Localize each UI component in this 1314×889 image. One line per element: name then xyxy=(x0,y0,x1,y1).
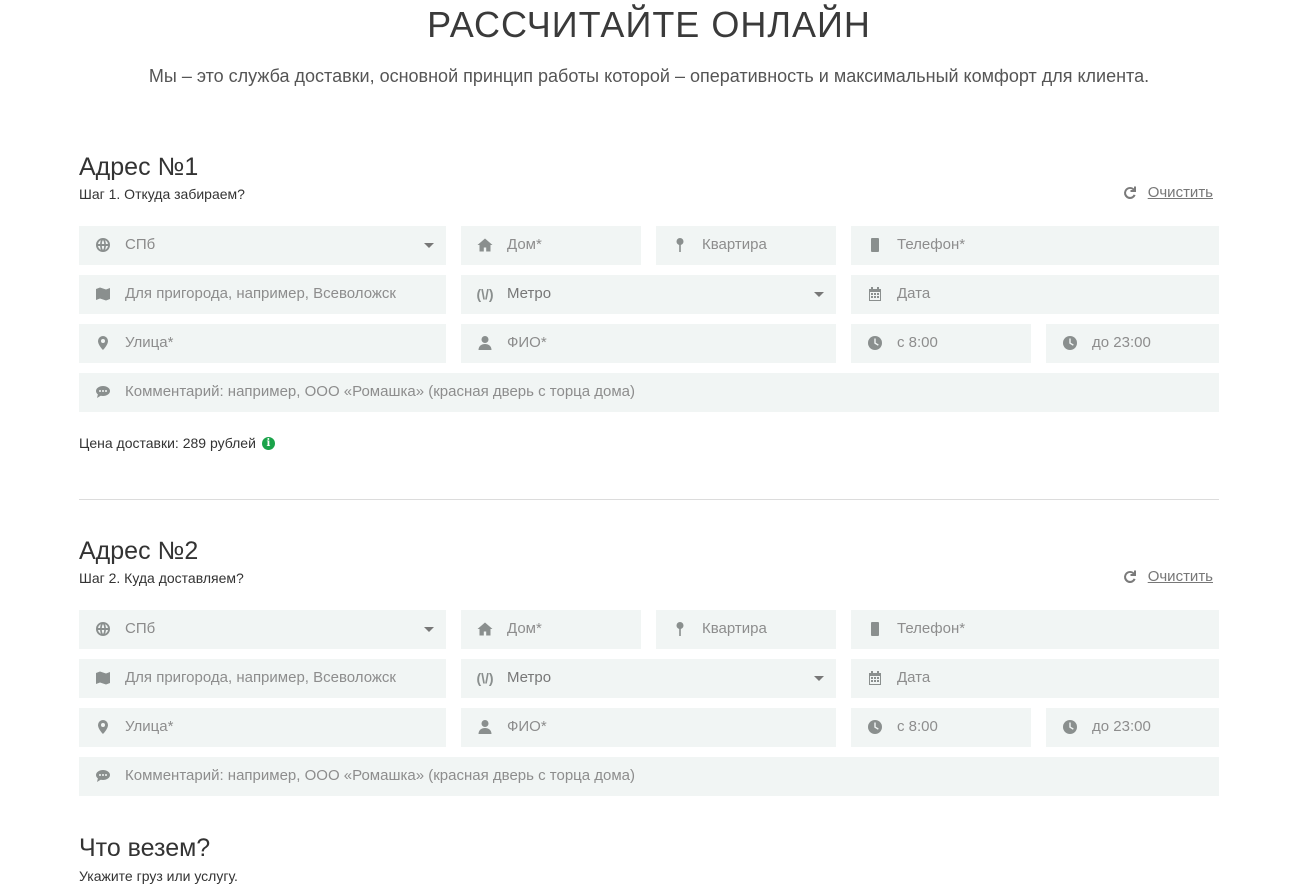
clock-icon xyxy=(1062,335,1078,351)
phone-icon xyxy=(867,237,883,253)
city-value: СПб xyxy=(125,236,156,253)
apartment-placeholder: Квартира xyxy=(702,620,767,637)
pin-icon xyxy=(672,237,688,253)
house-input[interactable]: Дом* xyxy=(461,226,641,265)
city-select[interactable]: СПб xyxy=(79,610,446,649)
time-to-input[interactable]: до 23:00 xyxy=(1046,708,1219,747)
user-icon xyxy=(477,335,493,351)
suburb-placeholder: Для пригорода, например, Всеволожск xyxy=(125,669,396,686)
metro-value: Метро xyxy=(507,285,552,302)
apartment-placeholder: Квартира xyxy=(702,236,767,253)
date-placeholder: Дата xyxy=(897,285,931,302)
comment-input[interactable]: Комментарий: например, ООО «Ромашка» (кр… xyxy=(79,757,1219,796)
comment-placeholder: Комментарий: например, ООО «Ромашка» (кр… xyxy=(125,383,636,400)
clock-icon xyxy=(1062,719,1078,735)
date-placeholder: Дата xyxy=(897,669,931,686)
clear-button[interactable]: Очистить xyxy=(1122,568,1213,585)
delivery-price-text: Цена доставки: 289 рублей xyxy=(79,435,256,451)
clear-label: Очистить xyxy=(1147,568,1213,585)
address-title: Адрес №1 xyxy=(79,153,199,181)
name-placeholder: ФИО* xyxy=(507,334,547,351)
suburb-placeholder: Для пригорода, например, Всеволожск xyxy=(125,285,396,302)
metro-select[interactable]: (\/) Метро xyxy=(461,659,836,698)
clock-icon xyxy=(867,719,883,735)
date-input[interactable]: Дата xyxy=(851,275,1219,314)
apartment-input[interactable]: Квартира xyxy=(656,226,836,265)
phone-input[interactable]: Телефон* xyxy=(851,610,1219,649)
user-icon xyxy=(477,719,493,735)
delivery-price: Цена доставки: 289 рублей i xyxy=(79,435,275,451)
date-input[interactable]: Дата xyxy=(851,659,1219,698)
cargo-subtitle: Укажите груз или услугу. xyxy=(79,868,238,884)
section-divider xyxy=(79,499,1219,500)
metro-value: Метро xyxy=(507,669,552,686)
street-placeholder: Улица* xyxy=(125,334,174,351)
street-placeholder: Улица* xyxy=(125,718,174,735)
clear-button[interactable]: Очистить xyxy=(1122,184,1213,201)
home-icon xyxy=(477,237,493,253)
marker-icon xyxy=(95,335,111,351)
house-input[interactable]: Дом* xyxy=(461,610,641,649)
metro-icon: (\/) xyxy=(476,286,494,302)
suburb-input[interactable]: Для пригорода, например, Всеволожск xyxy=(79,275,446,314)
address-section-2: Адрес №2 Шаг 2. Куда доставляем? Очистит… xyxy=(79,537,1219,797)
clear-label: Очистить xyxy=(1147,184,1213,201)
comment-icon xyxy=(95,384,111,400)
comment-icon xyxy=(95,768,111,784)
map-icon xyxy=(95,670,111,686)
info-icon[interactable]: i xyxy=(261,436,275,450)
time-from-input[interactable]: с 8:00 xyxy=(851,324,1031,363)
calendar-icon xyxy=(867,670,883,686)
chevron-down-icon xyxy=(424,243,434,248)
house-placeholder: Дом* xyxy=(507,620,542,637)
metro-icon: (\/) xyxy=(476,670,494,686)
globe-icon xyxy=(95,237,111,253)
chevron-down-icon xyxy=(814,676,824,681)
pin-icon xyxy=(672,621,688,637)
suburb-input[interactable]: Для пригорода, например, Всеволожск xyxy=(79,659,446,698)
home-icon xyxy=(477,621,493,637)
address-step: Шаг 2. Куда доставляем? xyxy=(79,570,244,586)
street-input[interactable]: Улица* xyxy=(79,708,446,747)
time-from-value: с 8:00 xyxy=(897,334,938,351)
phone-icon xyxy=(867,621,883,637)
page-title: РАССЧИТАЙТЕ ОНЛАЙН xyxy=(427,4,871,45)
street-input[interactable]: Улица* xyxy=(79,324,446,363)
address-step: Шаг 1. Откуда забираем? xyxy=(79,186,245,202)
name-input[interactable]: ФИО* xyxy=(461,708,836,747)
comment-input[interactable]: Комментарий: например, ООО «Ромашка» (кр… xyxy=(79,373,1219,412)
comment-placeholder: Комментарий: например, ООО «Ромашка» (кр… xyxy=(125,767,636,784)
address-title: Адрес №2 xyxy=(79,537,199,565)
time-from-input[interactable]: с 8:00 xyxy=(851,708,1031,747)
time-from-value: с 8:00 xyxy=(897,718,938,735)
phone-placeholder: Телефон* xyxy=(897,620,966,637)
metro-select[interactable]: (\/) Метро xyxy=(461,275,836,314)
marker-icon xyxy=(95,719,111,735)
refresh-icon xyxy=(1123,570,1136,583)
clock-icon xyxy=(867,335,883,351)
time-to-value: до 23:00 xyxy=(1092,718,1151,735)
apartment-input[interactable]: Квартира xyxy=(656,610,836,649)
name-placeholder: ФИО* xyxy=(507,718,547,735)
phone-input[interactable]: Телефон* xyxy=(851,226,1219,265)
calendar-icon xyxy=(867,286,883,302)
city-value: СПб xyxy=(125,620,156,637)
chevron-down-icon xyxy=(814,292,824,297)
city-select[interactable]: СПб xyxy=(79,226,446,265)
address-section-1: Адрес №1 Шаг 1. Откуда забираем? Очистит… xyxy=(79,153,1219,473)
phone-placeholder: Телефон* xyxy=(897,236,966,253)
globe-icon xyxy=(95,621,111,637)
cargo-title: Что везем? xyxy=(79,834,211,862)
time-to-value: до 23:00 xyxy=(1092,334,1151,351)
house-placeholder: Дом* xyxy=(507,236,542,253)
page-subtitle: Мы – это служба доставки, основной принц… xyxy=(148,66,1150,86)
chevron-down-icon xyxy=(424,627,434,632)
refresh-icon xyxy=(1123,186,1136,199)
time-to-input[interactable]: до 23:00 xyxy=(1046,324,1219,363)
map-icon xyxy=(95,286,111,302)
name-input[interactable]: ФИО* xyxy=(461,324,836,363)
